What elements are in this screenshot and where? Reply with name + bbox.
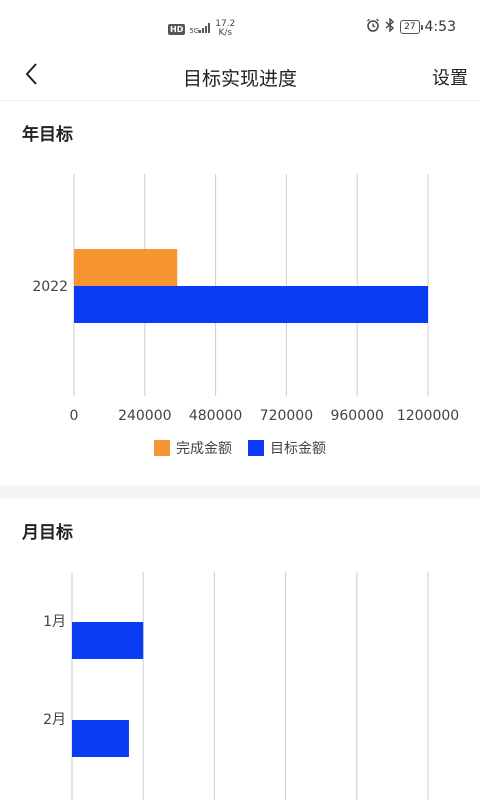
legend-swatch-completed (154, 440, 170, 456)
x-tick-label: 0 (70, 408, 79, 424)
bar-completed[interactable] (74, 249, 178, 286)
signal-icon: 5G (189, 23, 211, 35)
y-category-label: 2022 (32, 279, 68, 295)
battery-icon: 27 (400, 20, 424, 34)
clock-time: 4:53 (424, 19, 456, 35)
annual-bar-chart: 0 240000 480000 720000 960000 1200000 2022 (32, 174, 459, 424)
page-title: 目标实现进度 (182, 68, 297, 90)
monthly-chart: 1月 2月 (0, 560, 480, 800)
legend-item-target[interactable]: 目标金额 (248, 438, 326, 458)
settings-button[interactable]: 设置 (432, 64, 468, 90)
x-tick-label: 240000 (118, 408, 171, 424)
x-tick-label: 720000 (260, 408, 313, 424)
nav-bar: 目标实现进度 设置 (0, 56, 480, 101)
monthly-bar-chart: 1月 2月 (43, 572, 429, 800)
section-divider (0, 485, 480, 499)
status-icons: 27 4:53 (366, 17, 456, 36)
status-bar: HD 5G 17.2 K/s 27 4:53 (0, 0, 480, 56)
x-tick-label: 960000 (330, 408, 383, 424)
legend-swatch-target (248, 440, 264, 456)
y-category-label: 2月 (43, 712, 66, 728)
network-speed: 17.2 K/s (215, 19, 236, 38)
annual-chart: 0 240000 480000 720000 960000 1200000 2022 (0, 150, 480, 430)
alarm-icon (366, 18, 380, 36)
bar-month[interactable] (72, 720, 129, 757)
legend-item-completed[interactable]: 完成金额 (154, 438, 232, 458)
network-indicator: HD 5G 17.2 K/s (168, 16, 235, 42)
y-category-label: 1月 (43, 614, 66, 630)
annual-legend: 完成金额 目标金额 (0, 438, 480, 458)
legend-label-completed: 完成金额 (176, 441, 232, 457)
legend-label-target: 目标金额 (270, 441, 326, 457)
hd-icon: HD (168, 23, 186, 35)
bar-month[interactable] (72, 622, 144, 659)
bluetooth-icon (385, 17, 395, 36)
annual-section-title: 年目标 (22, 125, 73, 145)
x-tick-label: 480000 (189, 408, 242, 424)
x-tick-label: 1200000 (397, 408, 459, 424)
bar-target[interactable] (74, 286, 428, 323)
monthly-section-title: 月目标 (22, 523, 73, 543)
